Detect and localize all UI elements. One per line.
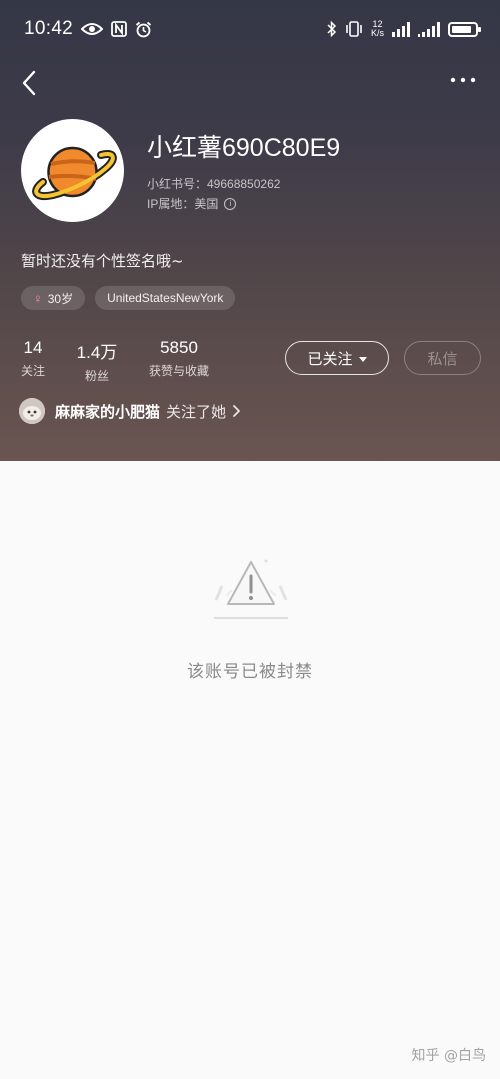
nfc-icon (111, 21, 127, 37)
location-tag-label: UnitedStatesNewYork (107, 291, 224, 305)
age-tag-label: 30岁 (47, 291, 74, 306)
message-button[interactable]: 私信 (404, 341, 481, 375)
profile-header: 10:42 12 K/s 小红薯690C80E9 小红书号：4966885026… (0, 0, 500, 461)
ip-location-label: IP属地：美国 (147, 197, 219, 211)
vibrate-icon (346, 21, 362, 37)
network-speed: 12 K/s (370, 19, 384, 38)
age-tag: ♀ 30岁 (21, 286, 86, 310)
account-id[interactable]: 小红书号：49668850262 (147, 175, 280, 192)
profile-stats: 14 关注 1.4万 粉丝 5850 获赞与收藏 (20, 338, 216, 384)
alarm-icon (135, 21, 152, 37)
location-tag: UnitedStatesNewYork (95, 286, 236, 310)
stat-likes-collects[interactable]: 5850 获赞与收藏 (142, 338, 216, 384)
eye-icon (81, 23, 104, 35)
cat-avatar-icon (19, 398, 45, 424)
message-button-label: 私信 (427, 349, 458, 368)
stat-followers-label: 粉丝 (84, 369, 109, 383)
banned-message: 该账号已被封禁 (187, 662, 313, 682)
chevron-right-icon (233, 405, 240, 417)
bluetooth-icon (327, 21, 337, 37)
more-options-icon[interactable] (450, 70, 476, 90)
battery-icon (448, 21, 481, 37)
stat-following-label: 关注 (20, 364, 45, 378)
stat-following[interactable]: 14 关注 (20, 338, 46, 384)
followed-button-label: 已关注 (307, 349, 353, 368)
stat-likes-label: 获赞与收藏 (148, 364, 209, 378)
stat-followers-value: 1.4万 (76, 343, 118, 362)
profile-avatar[interactable] (21, 119, 124, 222)
stat-following-value: 14 (23, 338, 43, 357)
mutual-follow-text: 关注了她 (166, 402, 227, 421)
caret-down-icon (358, 356, 367, 362)
stat-likes-value: 5850 (160, 338, 198, 357)
info-icon[interactable]: i (224, 197, 237, 210)
status-bar: 10:42 12 K/s (24, 14, 481, 44)
status-time: 10:42 (24, 18, 74, 39)
signal-2-icon (418, 21, 440, 37)
profile-tags: ♀ 30岁 UnitedStatesNewYork (21, 286, 236, 310)
mutual-user-name: 麻麻家的小肥猫 (55, 402, 161, 421)
profile-nickname: 小红薯690C80E9 (147, 134, 341, 162)
planet-avatar-icon (32, 146, 117, 200)
mutual-follow-row[interactable]: 麻麻家的小肥猫 关注了她 (19, 398, 242, 424)
female-icon: ♀ (33, 290, 43, 306)
back-arrow-icon[interactable] (18, 68, 42, 98)
watermark: 知乎 @白鸟 (411, 1048, 486, 1064)
signal-icon (392, 21, 410, 37)
profile-bio: 暂时还没有个性签名哦~ (21, 252, 184, 270)
stat-followers[interactable]: 1.4万 粉丝 (72, 338, 122, 384)
mutual-avatar (19, 398, 45, 424)
followed-button[interactable]: 已关注 (285, 341, 389, 375)
ip-location[interactable]: IP属地：美国 i (147, 195, 237, 212)
warning-icon (214, 559, 288, 619)
